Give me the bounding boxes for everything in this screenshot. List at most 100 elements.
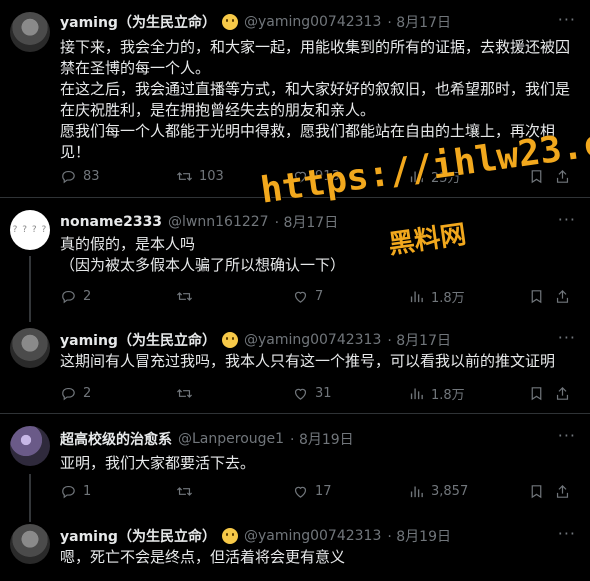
avatar[interactable] (10, 524, 50, 564)
like-count: 17 (315, 484, 332, 499)
author-handle[interactable]: @yaming00742313 (244, 332, 381, 348)
thread-line (29, 256, 31, 322)
post-text-line: 禁在圣博的每一个人。 (60, 59, 211, 77)
view-count: 1.8万 (431, 291, 465, 306)
like-button[interactable]: 7 (292, 287, 408, 306)
author-name[interactable]: yaming（为生民立命） (60, 330, 216, 350)
author-name[interactable]: yaming（为生民立命） (60, 526, 216, 546)
heart-icon (294, 388, 307, 400)
more-options-icon[interactable]: ··· (558, 10, 576, 29)
more-options-icon[interactable]: ··· (558, 210, 576, 229)
more-options-icon[interactable]: ··· (558, 426, 576, 445)
views-bar-chart-icon (410, 388, 423, 400)
retweet-icon (176, 292, 193, 301)
reply-icon (62, 290, 75, 304)
reply-button[interactable]: 83 (60, 167, 176, 186)
avatar[interactable] (10, 426, 50, 466)
reply-count: 1 (83, 484, 92, 499)
like-button[interactable]: 17 (292, 483, 408, 500)
bookmark-button[interactable] (528, 287, 554, 306)
post-4[interactable]: 超高校级的治愈系 @Lanperouge1 · 8月19日 ··· 亚明，我们大… (0, 414, 590, 514)
bookmark-button[interactable] (528, 167, 554, 186)
avatar[interactable] (10, 12, 50, 52)
post-date[interactable]: · 8月17日 (387, 12, 451, 32)
avatar-text: ? ? ? ? (12, 225, 48, 235)
views-button[interactable]: 1.8万 (408, 384, 528, 403)
author-name[interactable]: yaming（为生民立命） (60, 12, 216, 32)
share-icon (556, 484, 569, 498)
bookmark-button[interactable] (528, 483, 554, 500)
reply-count: 2 (83, 289, 92, 304)
author-name[interactable]: 超高校级的治愈系 (60, 429, 172, 449)
post-text: 亚明，我们大家都要活下去。 (60, 453, 576, 474)
share-button[interactable] (554, 483, 576, 500)
post-3[interactable]: yaming（为生民立命） @yaming00742313 · 8月17日 ··… (0, 318, 590, 412)
post-date[interactable]: · 8月17日 (387, 330, 451, 350)
avatar[interactable] (10, 328, 50, 368)
post-text-line: 真的假的，是本人吗 (60, 235, 196, 253)
views-button[interactable]: 3,857 (408, 483, 528, 500)
bookmark-icon (531, 170, 542, 184)
share-button[interactable] (554, 167, 576, 186)
views-bar-chart-icon (410, 291, 423, 303)
retweet-button[interactable]: 103 (176, 167, 292, 186)
retweet-count: 103 (199, 169, 224, 184)
like-count: 7 (315, 289, 324, 304)
post-date[interactable]: · 8月19日 (387, 526, 451, 546)
post-text: 真的假的，是本人吗 （因为被太多假本人骗了所以想确认一下） (60, 234, 576, 276)
heart-icon (294, 291, 307, 303)
post-text: 接下来，我会全力的，和大家一起，用能收集到的所有的证据，去救援还被囚 禁在圣博的… (60, 37, 576, 163)
post-1[interactable]: yaming（为生民立命） @yaming00742313 · 8月17日 ··… (0, 0, 590, 196)
post-text-line: 在庆祝胜利，是在拥抱曾经失去的朋友和亲人。 (60, 101, 376, 119)
view-count: 25万 (431, 171, 461, 186)
more-options-icon[interactable]: ··· (558, 524, 576, 543)
reply-icon (62, 170, 75, 184)
heart-icon (294, 171, 307, 183)
post-5[interactable]: yaming（为生民立命） @yaming00742313 · 8月19日 ··… (0, 516, 590, 581)
bookmark-icon (531, 290, 542, 304)
avatar[interactable]: ? ? ? ? (10, 210, 50, 250)
post-text: 这期间有人冒充过我吗，我本人只有这一个推号，可以看我以前的推文证明 (60, 351, 576, 372)
author-handle[interactable]: @Lanperouge1 (178, 431, 284, 447)
view-count: 1.8万 (431, 388, 465, 403)
retweet-button[interactable] (176, 287, 292, 306)
views-bar-chart-icon (410, 486, 423, 498)
reply-button[interactable]: 2 (60, 287, 176, 306)
share-icon (556, 169, 569, 183)
share-button[interactable] (554, 287, 576, 306)
views-button[interactable]: 25万 (408, 167, 528, 186)
post-text-line: 接下来，我会全力的，和大家一起，用能收集到的所有的证据，去救援还被囚 (60, 38, 571, 56)
post-text: 嗯，死亡不会是终点，但活着将会更有意义 (60, 547, 576, 568)
post-2[interactable]: ? ? ? ? noname2333 @lwnn161227 · 8月17日 ·… (0, 198, 590, 316)
share-button[interactable] (554, 384, 576, 403)
post-date[interactable]: · 8月17日 (275, 212, 339, 232)
reply-count: 83 (83, 169, 100, 184)
view-count: 3,857 (431, 484, 469, 499)
retweet-button[interactable] (176, 483, 292, 500)
more-options-icon[interactable]: ··· (558, 328, 576, 347)
author-handle[interactable]: @yaming00742313 (244, 14, 381, 30)
author-handle[interactable]: @yaming00742313 (244, 528, 381, 544)
like-button[interactable]: 913 (292, 167, 408, 186)
post-text-line: 亚明，我们大家都要活下去。 (60, 454, 256, 472)
reply-button[interactable]: 2 (60, 384, 176, 403)
author-name[interactable]: noname2333 (60, 214, 162, 230)
post-text-line: 在这之后，我会通过直播等方式，和大家好好的叙叙旧，也希望那时，我们是 (60, 80, 571, 98)
post-date[interactable]: · 8月19日 (290, 429, 354, 449)
retweet-button[interactable] (176, 384, 292, 403)
retweet-icon (176, 389, 193, 398)
post-text-line: 见！ (60, 143, 91, 161)
post-text-line: 愿我们每一个人都能于光明中得救，愿我们都能站在自由的土壤上，再次相 (60, 122, 556, 140)
reply-button[interactable]: 1 (60, 483, 176, 500)
heart-icon (294, 486, 307, 498)
post-text-line: （因为被太多假本人骗了所以想确认一下） (60, 256, 346, 274)
bookmark-icon (531, 387, 542, 401)
bookmark-button[interactable] (528, 384, 554, 403)
post-text-line: 嗯，死亡不会是终点，但活着将会更有意义 (60, 548, 346, 566)
views-button[interactable]: 1.8万 (408, 287, 528, 306)
smile-emoji-icon (221, 332, 238, 348)
reply-icon (62, 485, 75, 499)
author-handle[interactable]: @lwnn161227 (168, 214, 269, 230)
like-button[interactable]: 31 (292, 384, 408, 403)
thread-line (29, 474, 31, 522)
